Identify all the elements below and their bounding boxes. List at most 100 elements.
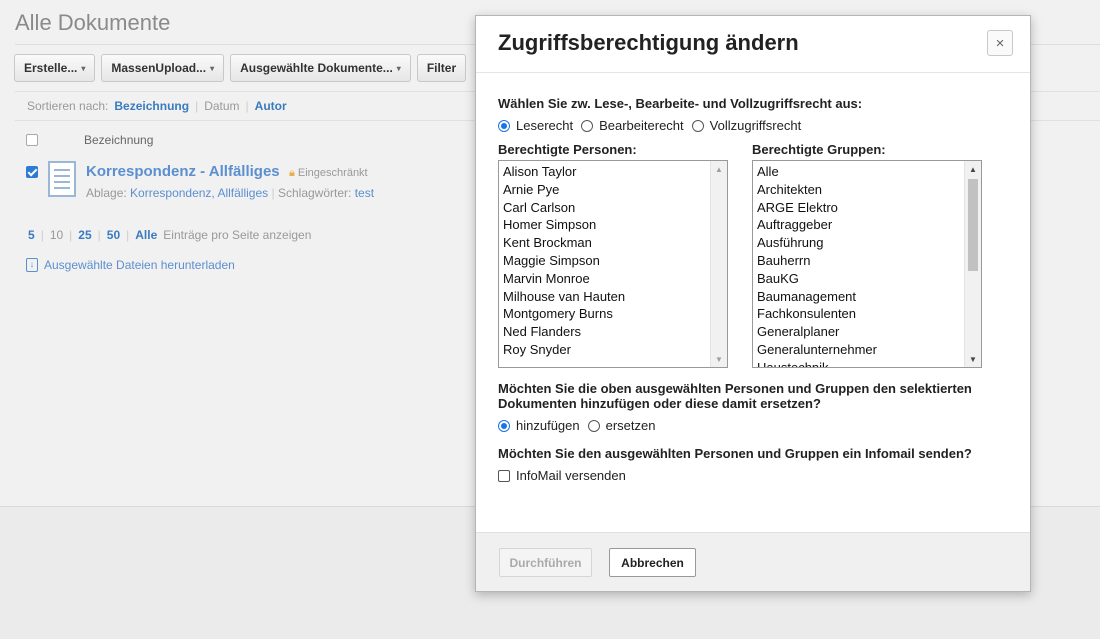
pager-separator: |	[40, 228, 44, 242]
group-option[interactable]: Baumanagement	[757, 288, 981, 306]
group-option[interactable]: Haustechnik	[757, 359, 981, 367]
person-option[interactable]: Montgomery Burns	[503, 305, 727, 323]
group-option[interactable]: Auftraggeber	[757, 216, 981, 234]
filter-button[interactable]: Filter	[416, 54, 467, 82]
group-option[interactable]: Generalunternehmer	[757, 341, 981, 359]
infomail-checkbox[interactable]	[498, 469, 510, 482]
scroll-thumb[interactable]	[968, 179, 978, 271]
page-size-5[interactable]: 5	[28, 228, 35, 242]
mail-checkbox-row: InfoMail versenden	[498, 468, 1018, 483]
selected-documents-dropdown-button[interactable]: Ausgewählte Dokumente... ▾	[230, 54, 411, 82]
sort-label: Sortieren nach:	[27, 99, 109, 113]
person-option[interactable]: Kent Brockman	[503, 234, 727, 252]
add-mode-label: hinzufügen	[516, 418, 580, 433]
sort-by-name-link[interactable]: Bezeichnung	[114, 99, 189, 113]
restricted-label: Eingeschränkt	[297, 167, 368, 179]
document-title-link[interactable]: Korrespondenz - Allfälliges	[86, 163, 280, 180]
read-right-radio[interactable]	[498, 119, 510, 132]
document-row: Korrespondenz - Allfälliges 🔒︎ Eingeschr…	[26, 161, 374, 200]
replace-mode-radio[interactable]	[587, 419, 600, 432]
person-option[interactable]: Milhouse van Hauten	[503, 288, 727, 306]
execute-button[interactable]: Durchführen	[499, 548, 592, 577]
pager-separator: |	[126, 228, 130, 242]
lock-icon: 🔒︎	[288, 167, 295, 179]
select-all-checkbox[interactable]	[26, 134, 38, 146]
groups-heading: Berechtigte Gruppen:	[752, 142, 886, 157]
rights-radio-group: Leserecht Bearbeiterecht Vollzugriffsrec…	[498, 118, 1018, 133]
groups-scrollbar[interactable]: ▲ ▼	[964, 161, 981, 367]
selected-documents-label: Ausgewählte Dokumente...	[240, 61, 393, 75]
page-size-all[interactable]: Alle	[135, 228, 157, 242]
person-option[interactable]: Arnie Pye	[503, 181, 727, 199]
edit-right-radio[interactable]	[581, 119, 594, 132]
caret-down-icon: ▾	[210, 63, 215, 73]
page-size-50[interactable]: 50	[107, 228, 120, 242]
cancel-button[interactable]: Abbrechen	[609, 548, 696, 577]
mass-upload-label: MassenUpload...	[111, 61, 207, 75]
person-option[interactable]: Alison Taylor	[503, 163, 727, 181]
create-dropdown-button[interactable]: Erstelle... ▾	[14, 54, 96, 82]
pager-separator: |	[69, 228, 73, 242]
access-rights-dialog: Zugriffsberechtigung ändern × Wählen Sie…	[475, 15, 1031, 592]
persons-scrollbar[interactable]: ▲ ▼	[710, 161, 727, 367]
groups-column: Berechtigte Gruppen: Alle Architekten ARGE…	[752, 142, 982, 368]
ablage-label: Ablage:	[86, 186, 127, 200]
person-option[interactable]: Carl Carlson	[503, 199, 727, 217]
tags-label: Schlagwörter:	[277, 186, 352, 200]
group-option[interactable]: Generalplaner	[757, 323, 981, 341]
ablage-link-allfaelliges[interactable]: Allfälliges	[217, 186, 268, 200]
person-option[interactable]: Maggie Simpson	[503, 252, 727, 270]
pager-text: Einträge pro Seite anzeigen	[163, 228, 312, 242]
column-header-name: Bezeichnung	[84, 133, 154, 147]
mass-upload-dropdown-button[interactable]: MassenUpload... ▾	[101, 54, 225, 82]
add-mode-radio[interactable]	[498, 419, 510, 432]
close-button[interactable]: ×	[987, 30, 1013, 56]
scroll-up-icon[interactable]: ▲	[965, 161, 981, 177]
person-option[interactable]: Marvin Monroe	[503, 270, 727, 288]
mode-block: Möchten Sie die oben ausgewählten Person…	[498, 381, 1018, 433]
persons-options: Alison Taylor Arnie Pye Carl Carlson Homer …	[499, 161, 727, 359]
group-option[interactable]: Alle	[757, 163, 981, 181]
person-option[interactable]: Roy Snyder	[503, 341, 727, 359]
dialog-title: Zugriffsberechtigung ändern	[498, 30, 799, 55]
download-icon: ↓	[26, 258, 38, 272]
group-option[interactable]: Architekten	[757, 181, 981, 199]
group-option[interactable]: BauKG	[757, 270, 981, 288]
create-dropdown-label: Erstelle...	[24, 61, 78, 75]
mode-question: Möchten Sie die oben ausgewählten Person…	[498, 381, 972, 411]
full-access-radio[interactable]	[691, 119, 704, 132]
sort-by-date-link[interactable]: Datum	[204, 99, 239, 113]
person-option[interactable]: Homer Simpson	[503, 216, 727, 234]
document-checkbox[interactable]	[26, 166, 38, 178]
group-option[interactable]: ARGE Elektro	[757, 199, 981, 217]
read-right-label: Leserecht	[516, 118, 574, 133]
caret-down-icon: ▾	[81, 63, 86, 73]
sort-by-author-link[interactable]: Autor	[255, 99, 287, 113]
document-meta: Ablage: Korrespondenz, Allfälliges | Sch…	[86, 186, 374, 200]
page-title: Alle Dokumente	[15, 10, 171, 35]
scroll-up-icon[interactable]: ▲	[711, 161, 727, 177]
persons-column: Berechtigte Personen: Alison Taylor Arnie…	[498, 142, 728, 368]
pager-separator: |	[97, 228, 101, 242]
scroll-down-icon[interactable]: ▼	[965, 351, 981, 367]
close-icon: ×	[995, 34, 1005, 52]
group-option[interactable]: Bauherrn	[757, 252, 981, 270]
ablage-link-korrespondenz[interactable]: Korrespondenz,	[130, 186, 215, 200]
groups-listbox[interactable]: Alle Architekten ARGE Elektro Auftraggeber A…	[752, 160, 982, 368]
replace-mode-label: ersetzen	[605, 418, 656, 433]
page-size-10[interactable]: 10	[50, 228, 63, 242]
page-size-selector: 5 | 10 | 25 | 50 | Alle Einträge pro Sei…	[28, 228, 311, 242]
group-option[interactable]: Ausführung	[757, 234, 981, 252]
tag-link[interactable]: test	[355, 186, 374, 200]
page-size-25[interactable]: 25	[78, 228, 91, 242]
persons-listbox[interactable]: Alison Taylor Arnie Pye Carl Carlson Homer …	[498, 160, 728, 368]
dialog-body: Wählen Sie zw. Lese-, Bearbeite- und Vol…	[498, 96, 1018, 483]
filter-label: Filter	[426, 61, 457, 75]
download-selected-link[interactable]: ↓ Ausgewählte Dateien herunterladen	[26, 258, 235, 272]
list-header: Bezeichnung	[26, 133, 153, 147]
download-label: Ausgewählte Dateien herunterladen	[44, 258, 235, 272]
scroll-down-icon[interactable]: ▼	[711, 351, 727, 367]
group-option[interactable]: Fachkonsulenten	[757, 305, 981, 323]
person-option[interactable]: Ned Flanders	[503, 323, 727, 341]
mail-block: Möchten Sie den ausgewählten Personen un…	[498, 446, 1018, 483]
